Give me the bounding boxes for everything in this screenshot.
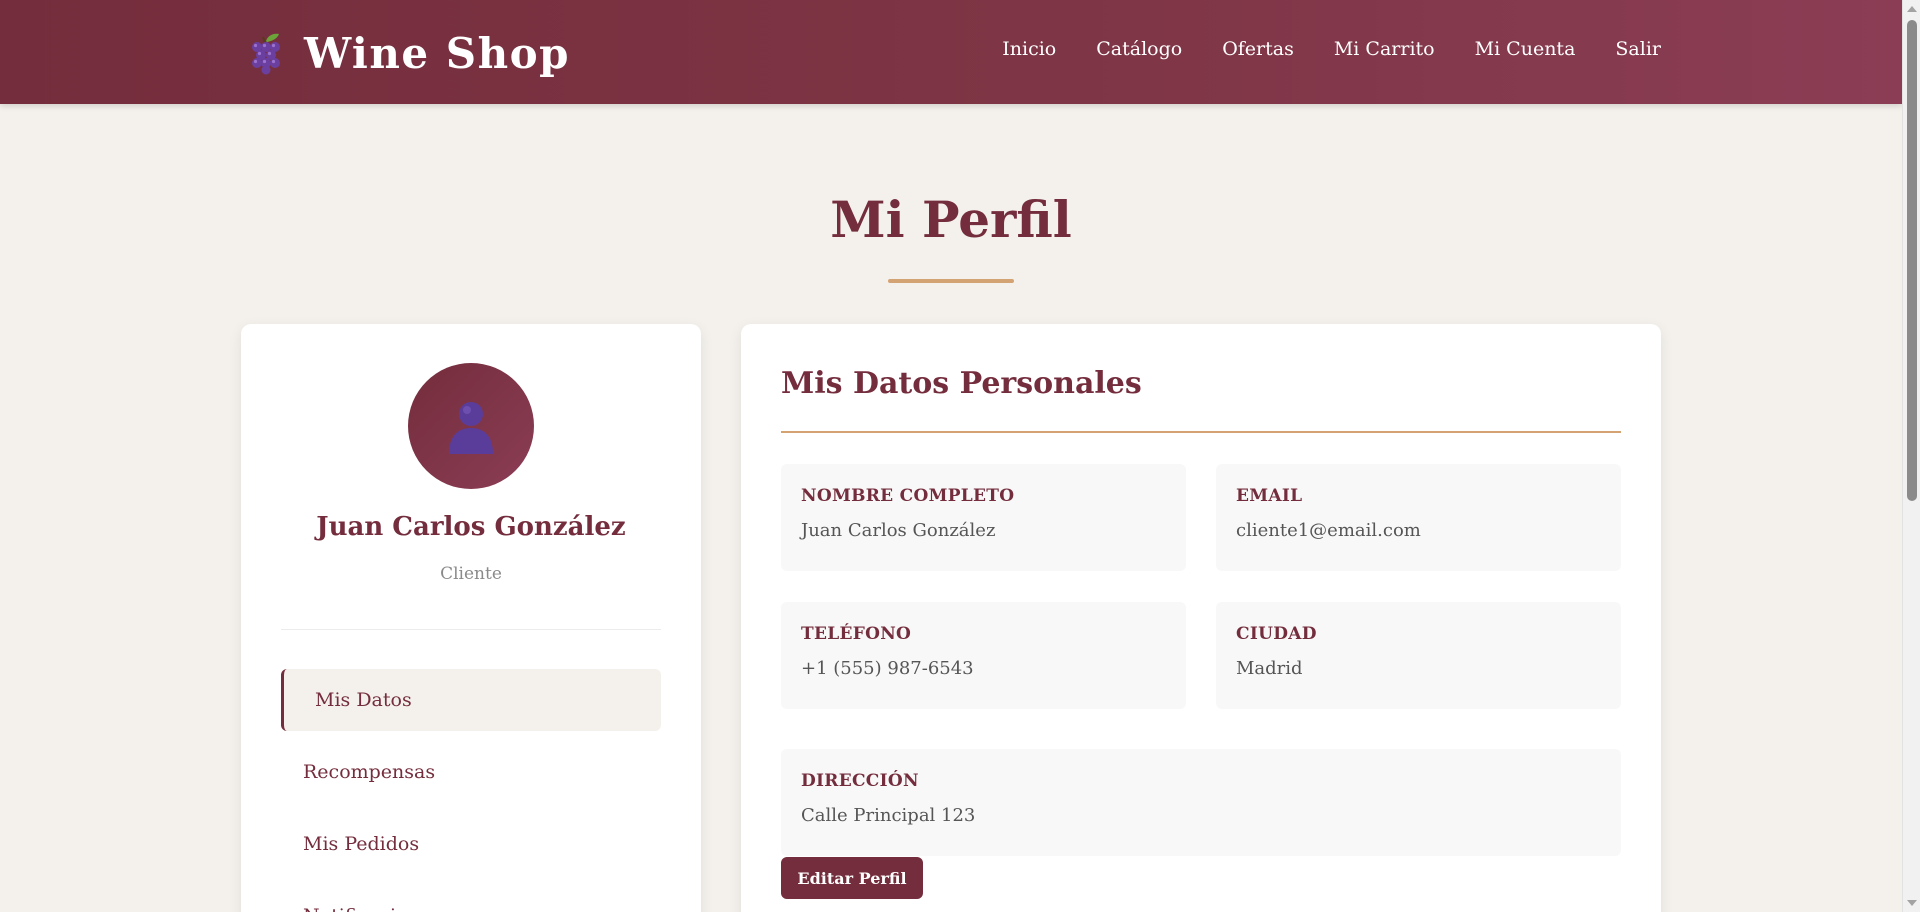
- sidebar-item-recompensas[interactable]: Recompensas: [281, 741, 661, 803]
- edit-profile-button[interactable]: Editar Perfil: [781, 857, 923, 899]
- field-telefono: TELÉFONO +1 (555) 987-6543: [781, 602, 1186, 709]
- field-value: Madrid: [1236, 658, 1303, 679]
- scroll-up-arrow-icon[interactable]: [1907, 6, 1917, 12]
- field-value: Juan Carlos González: [801, 520, 996, 541]
- personal-data-card: Mis Datos Personales NOMBRE COMPLETO Jua…: [741, 324, 1661, 912]
- profile-sidebar: Juan Carlos González Cliente Mis Datos R…: [241, 324, 701, 912]
- nav-link-catalogo[interactable]: Catálogo: [1096, 38, 1182, 60]
- field-label: TELÉFONO: [801, 624, 912, 644]
- sidebar-divider: [281, 629, 661, 630]
- person-icon: [449, 402, 493, 454]
- nav-link-ofertas[interactable]: Ofertas: [1222, 38, 1294, 60]
- nav-link-mi-cuenta[interactable]: Mi Cuenta: [1475, 38, 1576, 60]
- field-label: NOMBRE COMPLETO: [801, 486, 1015, 506]
- grape-icon: [252, 33, 280, 75]
- field-value: +1 (555) 987-6543: [801, 658, 974, 679]
- field-label: EMAIL: [1236, 486, 1303, 506]
- main-nav: Inicio Catálogo Ofertas Mi Carrito Mi Cu…: [1002, 38, 1661, 60]
- page-title: Mi Perfil: [830, 190, 1072, 249]
- scrollbar-thumb[interactable]: [1907, 20, 1917, 501]
- section-divider: [781, 431, 1621, 433]
- scroll-down-arrow-icon[interactable]: [1907, 900, 1917, 906]
- logo[interactable]: Wine Shop: [246, 28, 570, 78]
- user-name: Juan Carlos González: [316, 512, 626, 542]
- sidebar-item-notificaciones[interactable]: Notificaciones: [281, 885, 661, 912]
- section-title: Mis Datos Personales: [781, 366, 1142, 401]
- sidebar-item-mis-datos[interactable]: Mis Datos: [281, 669, 661, 731]
- logo-text: Wine Shop: [304, 28, 571, 78]
- field-value: cliente1@email.com: [1236, 520, 1421, 541]
- field-ciudad: CIUDAD Madrid: [1216, 602, 1621, 709]
- nav-link-inicio[interactable]: Inicio: [1002, 38, 1056, 60]
- field-email: EMAIL cliente1@email.com: [1216, 464, 1621, 571]
- title-underline: [888, 279, 1014, 283]
- page-scrollbar[interactable]: [1902, 0, 1920, 912]
- field-nombre-completo: NOMBRE COMPLETO Juan Carlos González: [781, 464, 1186, 571]
- field-direccion: DIRECCIÓN Calle Principal 123: [781, 749, 1621, 856]
- site-header: Wine Shop Inicio Catálogo Ofertas Mi Car…: [0, 0, 1902, 104]
- field-label: DIRECCIÓN: [801, 771, 919, 791]
- field-value: Calle Principal 123: [801, 805, 976, 826]
- avatar: [408, 363, 534, 489]
- nav-link-mi-carrito[interactable]: Mi Carrito: [1334, 38, 1435, 60]
- field-label: CIUDAD: [1236, 624, 1317, 644]
- sidebar-item-mis-pedidos[interactable]: Mis Pedidos: [281, 813, 661, 875]
- user-role: Cliente: [440, 564, 502, 584]
- nav-link-salir[interactable]: Salir: [1615, 38, 1661, 60]
